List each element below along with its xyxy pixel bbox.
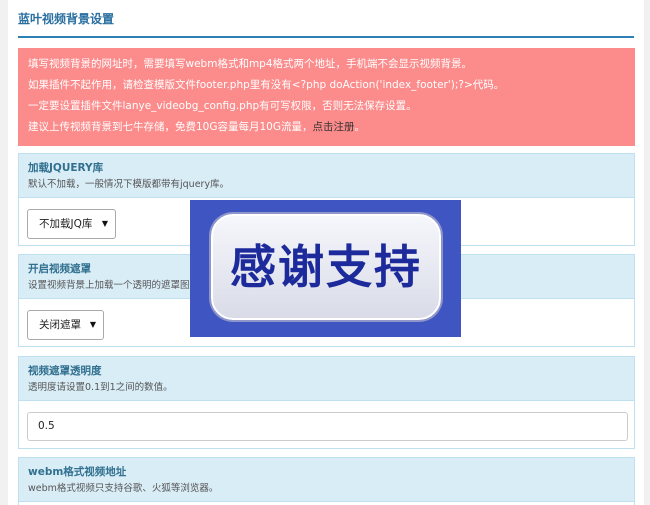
panel-title: 视频遮罩透明度 [28,365,102,377]
jquery-select[interactable]: 不加载JQ库 ▼ [27,209,116,239]
panel-title: webm格式视频地址 [28,466,127,478]
notice-text: 建议上传视频背景到七牛存储，免费10G容量每月10G流量， [28,121,313,133]
thanks-card: 感谢支持 [211,214,441,320]
panel-head: webm格式视频地址 webm格式视频只支持谷歌、火狐等浏览器。 [19,458,634,502]
opacity-input[interactable]: 0.5 [27,412,628,441]
mask-select[interactable]: 关闭遮罩 ▼ [27,310,104,340]
panel-head: 视频遮罩透明度 透明度请设置0.1到1之间的数值。 [19,357,634,401]
panel-desc: webm格式视频只支持谷歌、火狐等浏览器。 [28,483,219,494]
register-link[interactable]: 点击注册 [313,121,355,133]
panel-head: 加载JQUERY库 默认不加载，一般情况下模版都带有jquery库。 [19,154,634,198]
notice-text-end: 。 [354,121,366,133]
notice-line: 如果插件不起作用，请检查模版文件footer.php里有没有<?php doAc… [28,79,505,91]
triangle-down-icon: ▼ [101,219,108,228]
notice-line: 建议上传视频背景到七牛存储，免费10G容量每月10G流量，点击注册。 [28,117,635,138]
page-header: 蓝叶视频背景设置 [18,0,634,38]
notice-box: 填写视频背景的网址时，需要填写webm格式和mp4格式两个地址，手机端不会显示视… [18,48,635,146]
panel-desc: 默认不加载，一般情况下模版都带有jquery库。 [28,179,230,190]
notice-line: 一定要设置插件文件lanye_videobg_config.php有可写权限，否… [28,100,417,112]
panel-title: 加载JQUERY库 [28,162,104,174]
select-value: 关闭遮罩 [39,319,81,331]
triangle-down-icon: ▼ [89,320,96,329]
thanks-overlay: 感谢支持 [190,200,461,337]
panel-desc: 透明度请设置0.1到1之间的数值。 [28,382,173,393]
opacity-panel: 视频遮罩透明度 透明度请设置0.1到1之间的数值。 0.5 [18,356,635,449]
notice-line: 填写视频背景的网址时，需要填写webm格式和mp4格式两个地址，手机端不会显示视… [28,58,473,70]
page-title: 蓝叶视频背景设置 [18,12,115,26]
select-value: 不加载JQ库 [39,218,93,230]
webm-panel: webm格式视频地址 webm格式视频只支持谷歌、火狐等浏览器。 [18,457,635,505]
